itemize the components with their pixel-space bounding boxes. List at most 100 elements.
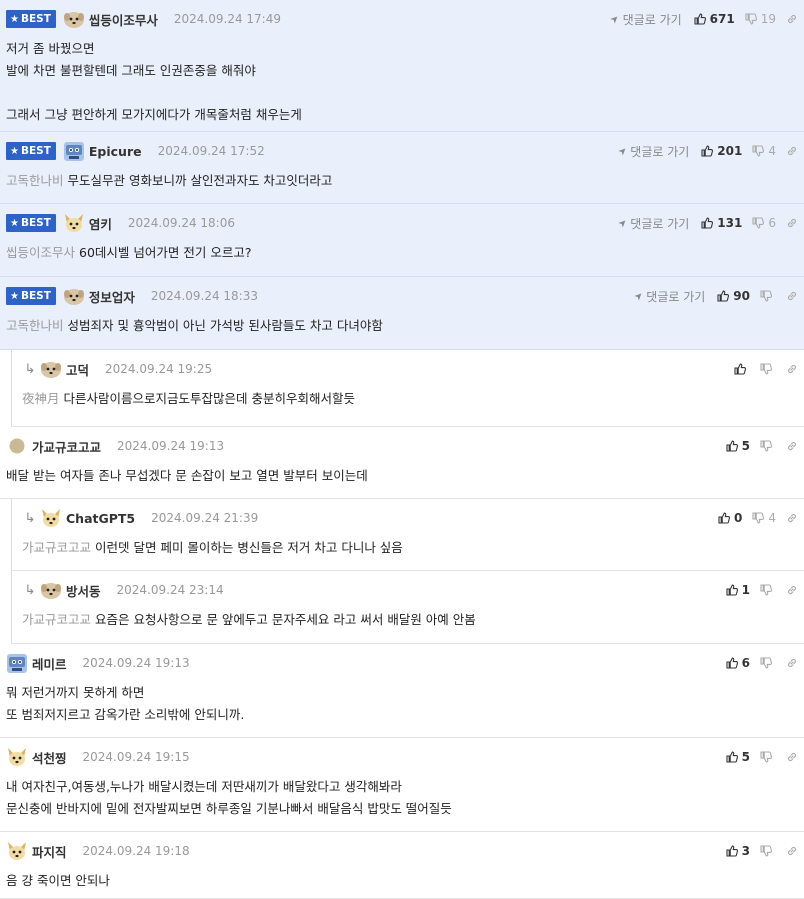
permalink-button[interactable] (786, 751, 798, 763)
author-name[interactable]: 고덕 (66, 360, 89, 379)
permalink-button[interactable] (786, 584, 798, 596)
permalink-button[interactable] (786, 363, 798, 375)
upvote-button[interactable]: 5 (726, 439, 750, 453)
upvote-button[interactable]: 5 (726, 750, 750, 764)
permalink-button[interactable] (786, 657, 798, 669)
comment-line (6, 82, 798, 104)
comment-body: 가교규코고교 이런뎃 달면 페미 몰이하는 병신들은 저거 차고 다니나 싶음 (22, 537, 798, 559)
permalink-button[interactable] (786, 13, 798, 25)
goto-comment-link[interactable]: ➤ 댓글로 가기 (609, 11, 682, 28)
comment-tools: 3 (726, 840, 798, 862)
comment-header: 레미르 2024.09.24 19:13 (6, 652, 190, 674)
author-name[interactable]: ChatGPT5 (66, 511, 135, 526)
comment-tools: ➤ 댓글로 가기 90 (632, 285, 798, 307)
permalink-button[interactable] (786, 145, 798, 157)
reply-target[interactable]: 가교규코고교 (22, 612, 91, 627)
upvote-button[interactable]: 0 (718, 511, 742, 525)
upvote-count: 0 (734, 511, 743, 525)
reply-target[interactable]: 가교규코고교 (22, 540, 91, 555)
comment-text: 배달 받는 여자들 존나 무섭겠다 문 손잡이 보고 열면 발부터 보이는데 (6, 468, 368, 483)
dog-round-icon[interactable] (40, 358, 62, 380)
comment-header: ★ BEST 씹등이조무사 2024.09.24 17:49 (6, 8, 281, 30)
downvote-button[interactable] (760, 751, 776, 763)
upvote-button[interactable]: 6 (726, 656, 750, 670)
goto-comment-link[interactable]: ➤ 댓글로 가기 (632, 288, 705, 305)
comment-tools: ➤ 댓글로 가기 131 6 (616, 212, 798, 234)
comment-text: 문신충에 반바지에 밑에 전자발찌보면 하루종일 기분나빠서 배달음식 밥맛도 … (6, 801, 452, 816)
blue-monster-icon[interactable] (63, 140, 85, 162)
author-name[interactable]: 석천찡 (32, 748, 67, 767)
comment-header: 파지직 2024.09.24 19:18 (6, 840, 190, 862)
author-name[interactable]: 정보업자 (89, 287, 135, 306)
goto-comment-label: 댓글로 가기 (630, 144, 690, 159)
upvote-button[interactable]: 671 (694, 12, 735, 26)
upvote-button[interactable]: 90 (717, 289, 750, 303)
fox-dog-icon[interactable] (40, 507, 62, 529)
dot-icon[interactable] (6, 435, 28, 457)
author-name[interactable]: 씹등이조무사 (89, 10, 158, 29)
author-name[interactable]: 방서동 (66, 581, 101, 600)
comment-date: 2024.09.24 17:52 (157, 144, 265, 158)
fox-dog-icon[interactable] (63, 212, 85, 234)
blue-monster-icon[interactable] (6, 652, 28, 674)
downvote-button[interactable] (760, 363, 776, 375)
downvote-button[interactable]: 4 (752, 144, 776, 158)
author-name[interactable]: 파지직 (32, 842, 67, 861)
permalink-button[interactable] (786, 217, 798, 229)
link-icon (788, 658, 796, 668)
goto-comment-link[interactable]: ➤ 댓글로 가기 (616, 143, 690, 160)
downvote-button[interactable]: 6 (752, 216, 776, 230)
best-badge-label: BEST (20, 13, 51, 25)
downvote-count: 19 (760, 12, 776, 26)
author-name[interactable]: Epicure (89, 144, 142, 159)
dog-round-icon[interactable] (63, 285, 85, 307)
reply-target[interactable]: 夜神月 (22, 391, 60, 406)
fox-dog-icon[interactable] (6, 746, 28, 768)
fox-dog-icon[interactable] (6, 840, 28, 862)
comment-body: 음 걍 죽이면 안되나 (6, 870, 798, 892)
comment-line: 음 걍 죽이면 안되나 (6, 870, 798, 892)
downvote-button[interactable] (760, 584, 776, 596)
reply-target[interactable]: 고독한나비 (6, 173, 64, 188)
comment-line: 문신충에 반바지에 밑에 전자발찌보면 하루종일 기분나빠서 배달음식 밥맛도 … (6, 798, 798, 820)
upvote-button[interactable]: 1 (726, 583, 750, 597)
permalink-button[interactable] (786, 512, 798, 524)
upvote-count: 3 (741, 844, 750, 858)
upvote-button[interactable]: 3 (726, 844, 750, 858)
upvote-button[interactable]: 201 (701, 144, 742, 158)
thumbs-down-icon (752, 217, 765, 229)
comment-line: 夜神月 다른사람이름으로지금도투잡많은데 충분히우회해서할듯 (22, 388, 798, 410)
dog-round-icon[interactable] (40, 579, 62, 601)
comment-line: 고독한나비 성범죄자 및 흉악범이 아닌 가석방 된사람들도 차고 다녀야함 (6, 315, 798, 337)
comment-header: ↳ 방서동 2024.09.24 23:14 (22, 579, 224, 601)
author-name[interactable]: 염키 (89, 214, 112, 233)
upvote-button[interactable]: 131 (701, 216, 742, 230)
author-name[interactable]: 가교규코고교 (32, 437, 101, 456)
downvote-button[interactable] (760, 845, 776, 857)
permalink-button[interactable] (786, 290, 798, 302)
comment-line: 씹등이조무사 60데시벨 넘어가면 전기 오르고? (6, 242, 798, 264)
comment-tools: ➤ 댓글로 가기 201 4 (616, 140, 798, 162)
link-icon (788, 364, 796, 374)
downvote-button[interactable] (760, 440, 776, 452)
comment-date: 2024.09.24 18:33 (150, 289, 258, 303)
comment-header: ★ BEST 염키 2024.09.24 18:06 (6, 212, 235, 234)
permalink-button[interactable] (786, 845, 798, 857)
downvote-button[interactable]: 19 (745, 12, 776, 26)
thumbs-down-icon (760, 440, 772, 452)
comment-text: 또 범죄저지르고 감옥가란 소리밖에 안되니까. (6, 707, 245, 722)
author-name[interactable]: 레미르 (32, 654, 67, 673)
goto-comment-link[interactable]: ➤ 댓글로 가기 (616, 215, 689, 232)
upvote-button[interactable] (734, 363, 750, 375)
permalink-button[interactable] (786, 440, 798, 452)
downvote-button[interactable] (760, 657, 776, 669)
comment-header: 석천찡 2024.09.24 19:15 (6, 746, 190, 768)
reply-target[interactable]: 고독한나비 (6, 318, 64, 333)
downvote-button[interactable] (760, 290, 776, 302)
thumbs-down-icon (760, 584, 772, 596)
downvote-button[interactable]: 4 (752, 511, 776, 525)
reply-comment: ↳ 방서동 2024.09.24 23:14 1 가교규코고교 요즘은 요청사항으로 문 … (11, 571, 804, 644)
comment: ★ BEST 염키 2024.09.24 18:06 ➤ 댓글로 가기 131 6 씹등이조무사… (0, 204, 804, 277)
reply-target[interactable]: 씹등이조무사 (6, 245, 75, 260)
dog-round-icon[interactable] (63, 8, 85, 30)
